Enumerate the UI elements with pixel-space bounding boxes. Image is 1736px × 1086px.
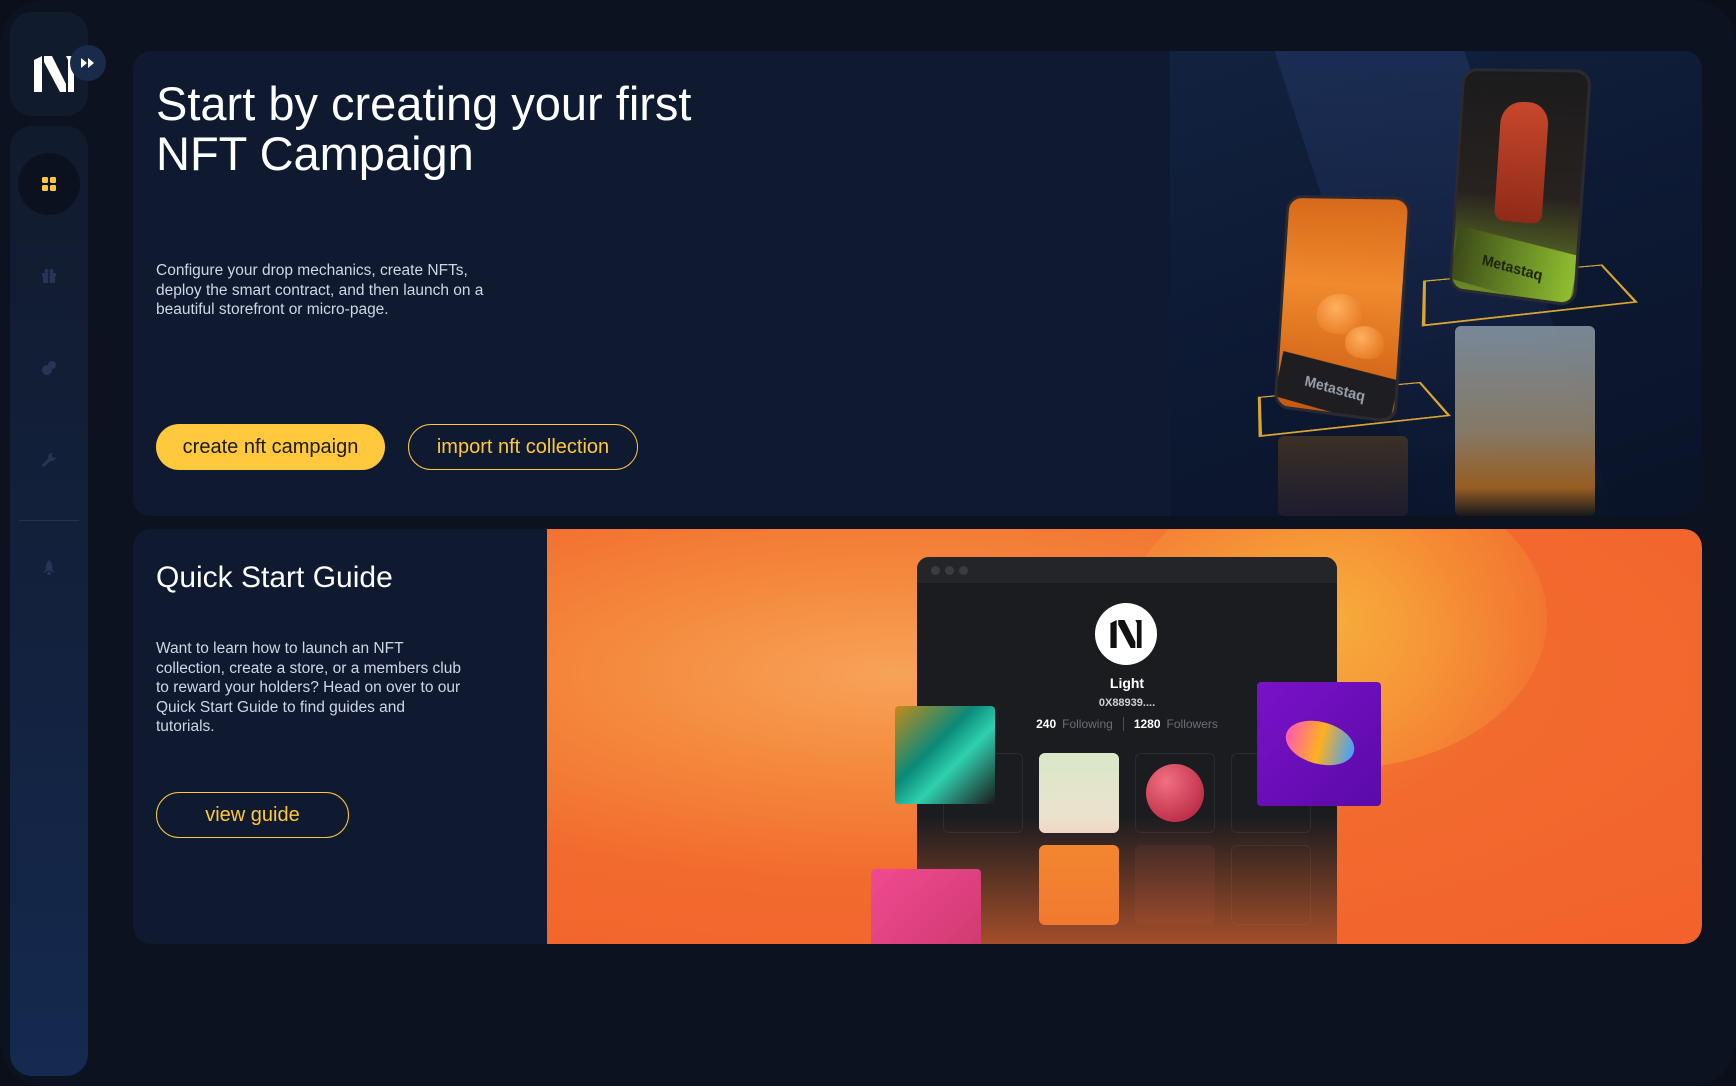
coins-icon: [42, 361, 56, 375]
sidebar: [10, 126, 88, 1076]
double-chevron-right-icon: [81, 58, 94, 68]
rocket-icon: [43, 560, 55, 575]
sidebar-divider: [19, 520, 79, 521]
guide-title: Quick Start Guide: [156, 561, 393, 594]
window-dot: [945, 565, 954, 575]
nft-card-figure: Metastaq: [1448, 68, 1593, 308]
mock-window-bar: [917, 557, 1337, 583]
sidebar-item-rewards[interactable]: [18, 245, 80, 307]
view-guide-button[interactable]: view guide: [156, 792, 349, 838]
brand-logo-icon: [1110, 620, 1142, 648]
import-nft-collection-button[interactable]: import nft collection: [408, 424, 638, 470]
card-reflection: [1455, 326, 1595, 516]
followers-label: Followers: [1166, 717, 1218, 731]
card-reflection: [1278, 436, 1408, 516]
floating-nft-purple: [1257, 682, 1381, 806]
sidebar-item-dashboard[interactable]: [18, 153, 80, 215]
following-label: Following: [1062, 717, 1113, 731]
following-count: 240: [1036, 717, 1057, 731]
quick-start-guide-card: Quick Start Guide Want to learn how to l…: [133, 529, 1702, 944]
floating-nft-abstract: [895, 706, 995, 804]
app-frame: Start by creating your first NFT Campaig…: [0, 0, 1736, 1086]
profile-mockup-illustration: Light 0X88939.... 240 Following 1280 Follo…: [547, 529, 1702, 944]
hero-description: Configure your drop mechanics, create NF…: [156, 262, 484, 318]
sidebar-item-tokens[interactable]: [18, 337, 80, 399]
window-dot: [931, 565, 940, 575]
sidebar-item-launch[interactable]: [18, 537, 80, 599]
red-suit-figure: [1493, 101, 1550, 225]
nft-cards-illustration: Metastaq Metastaq: [1170, 51, 1702, 516]
nft-card-jellyfish: Metastaq: [1273, 195, 1412, 424]
followers-stat: 1280 Followers: [1134, 717, 1218, 731]
red-sphere: [1146, 764, 1204, 822]
expand-sidebar-button[interactable]: [70, 45, 106, 81]
create-nft-campaign-button[interactable]: create nft campaign: [156, 424, 385, 470]
window-dot: [959, 565, 968, 575]
floating-nft-pink: [871, 869, 981, 944]
mock-avatar: [1095, 603, 1157, 665]
hero-title: Start by creating your first NFT Campaig…: [156, 77, 692, 180]
brand-logo-icon[interactable]: [34, 56, 74, 92]
gift-icon: [42, 269, 56, 283]
sidebar-item-tools[interactable]: [18, 429, 80, 491]
followers-count: 1280: [1133, 717, 1161, 731]
colorful-blob: [1280, 713, 1360, 773]
following-stat: 240 Following: [1036, 717, 1113, 731]
stats-separator: [1122, 717, 1124, 731]
jellyfish-shape: [1344, 324, 1386, 361]
guide-description: Want to learn how to launch an NFT colle…: [156, 640, 461, 735]
dashboard-grid-icon: [42, 177, 56, 191]
wrench-icon: [42, 453, 56, 467]
create-campaign-card: Start by creating your first NFT Campaig…: [133, 51, 1702, 516]
